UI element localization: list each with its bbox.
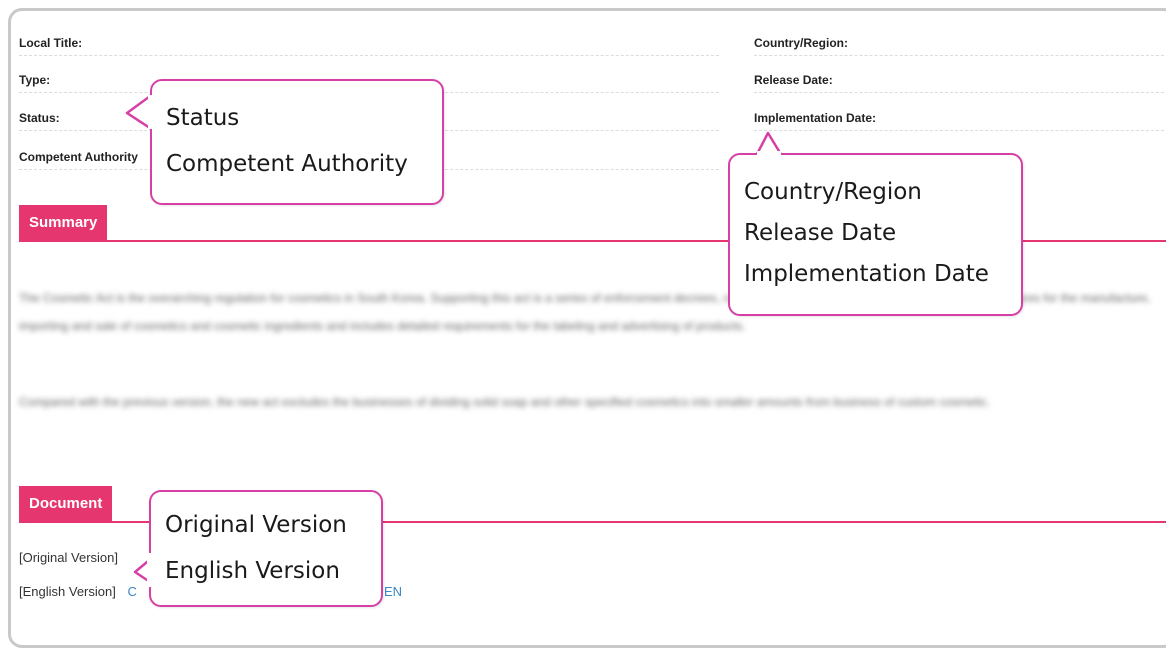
callout-dates-pointer-cover <box>757 151 781 159</box>
release-date-label: Release Date: <box>754 73 833 87</box>
callout-status-pointer-cover <box>148 95 158 129</box>
callout-release-date-text: Release Date <box>744 220 897 246</box>
callout-status-text: Status <box>166 105 240 131</box>
document-section-tab: Document <box>19 486 113 522</box>
callout-english-version-text: English Version <box>165 558 340 584</box>
original-version-row: [Original Version] <box>19 550 118 565</box>
field-row-implementation-date: Implementation Date: <box>754 101 1164 131</box>
callout-versions: Original Version English Version <box>149 490 383 607</box>
callout-status-authority: Status Competent Authority <box>150 79 444 205</box>
field-row-country-region: Country/Region: <box>754 26 1164 56</box>
summary-paragraph-2: Compared with the previous version, the … <box>19 395 991 409</box>
field-row-release-date: Release Date: <box>754 63 1164 93</box>
competent-authority-label: Competent Authority <box>19 150 138 164</box>
implementation-date-label: Implementation Date: <box>754 111 877 125</box>
callout-country-region-text: Country/Region <box>744 179 922 205</box>
type-label: Type: <box>19 73 51 87</box>
callout-implementation-date-text: Implementation Date <box>744 261 989 287</box>
english-version-label: [English Version] <box>19 584 116 599</box>
summary-section-tab: Summary <box>19 205 108 241</box>
callout-original-version-text: Original Version <box>165 512 347 538</box>
callout-competent-authority-text: Competent Authority <box>166 151 408 177</box>
local-title-label: Local Title: <box>19 36 83 50</box>
english-version-row: [English Version] C <box>19 584 137 599</box>
status-label: Status: <box>19 111 60 125</box>
callout-dates: Country/Region Release Date Implementati… <box>728 153 1023 316</box>
callout-versions-pointer-cover <box>147 553 157 587</box>
english-version-link-end[interactable]: EN <box>384 584 402 599</box>
original-version-label: [Original Version] <box>19 550 118 565</box>
country-region-label: Country/Region: <box>754 36 848 50</box>
field-row-local-title: Local Title: <box>19 26 719 56</box>
